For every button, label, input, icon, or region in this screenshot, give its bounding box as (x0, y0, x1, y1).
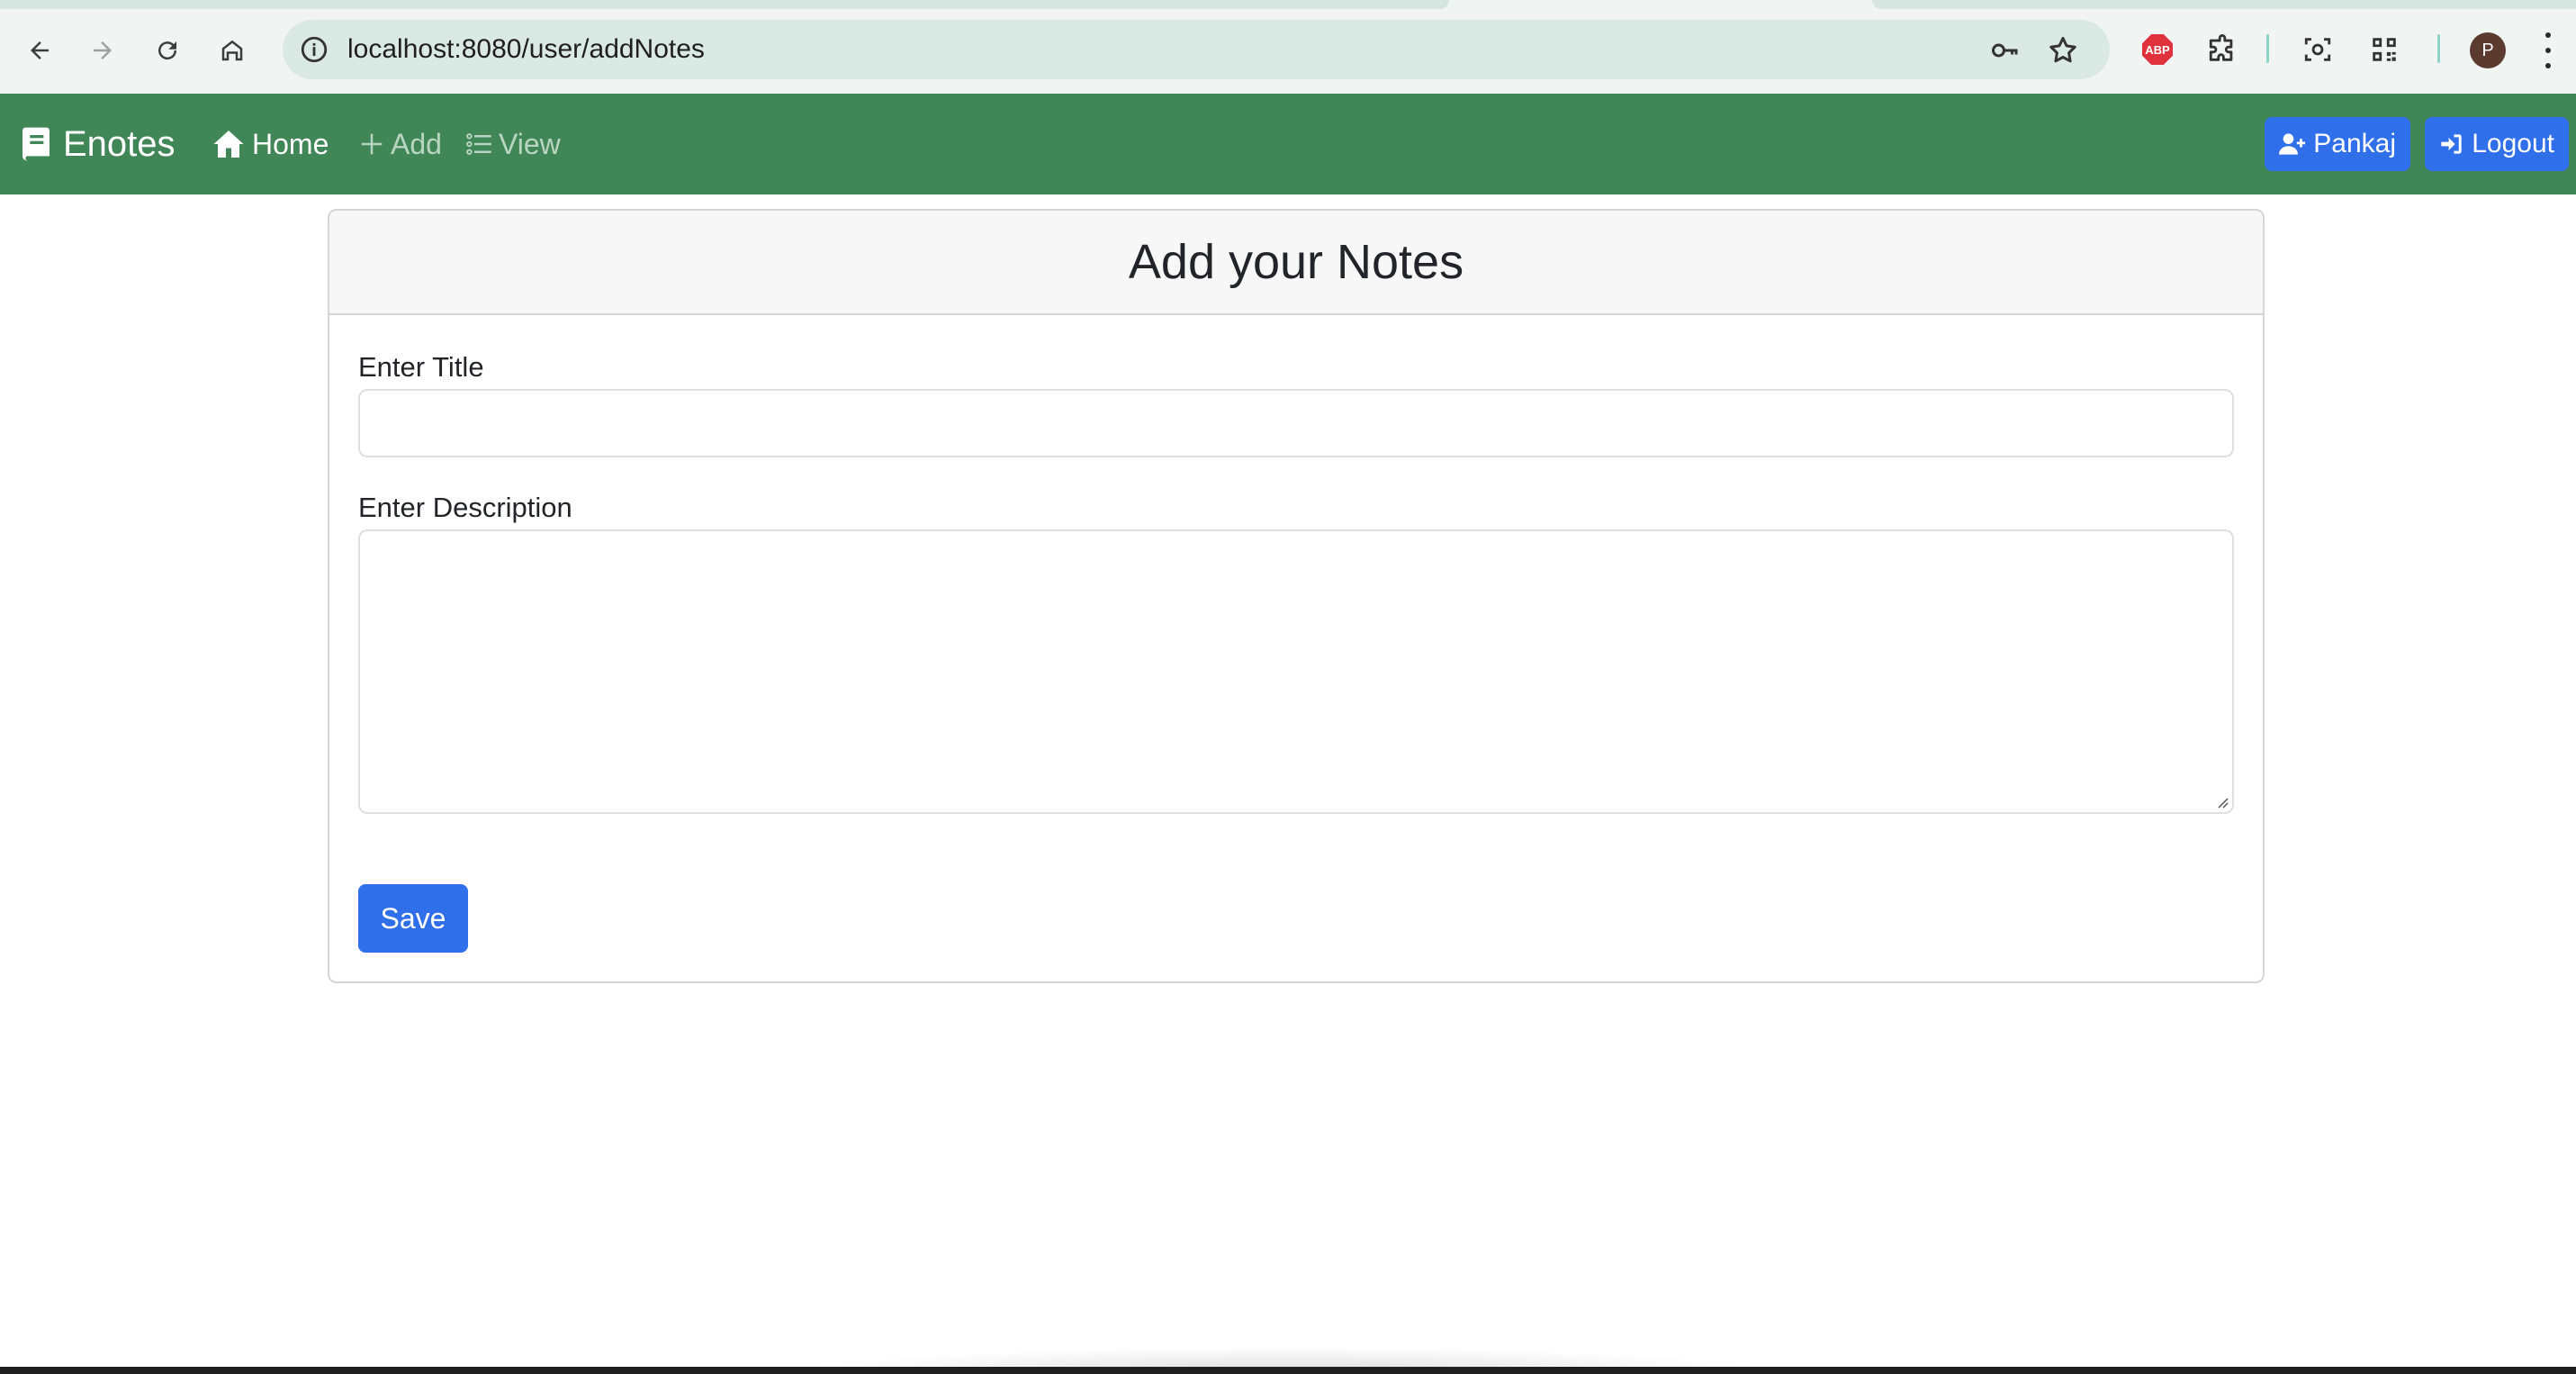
user-button[interactable]: Pankaj (2265, 117, 2410, 171)
card-title: Add your Notes (329, 211, 2263, 315)
adblock-icon: ABP (2142, 34, 2173, 65)
adblock-extension[interactable]: ABP (2140, 32, 2175, 67)
tab-inactive-left[interactable] (0, 0, 1449, 9)
sign-in-icon (2441, 134, 2462, 154)
address-bar[interactable]: localhost:8080/user/addNotes (283, 20, 2110, 79)
arrow-right-icon (94, 41, 112, 59)
reload-button[interactable] (148, 31, 187, 70)
toolbar-separator (2266, 34, 2269, 63)
plus-icon (361, 133, 383, 155)
extensions-button[interactable] (2205, 32, 2239, 67)
tab-inactive-right[interactable] (1872, 0, 2576, 9)
key-icon[interactable] (1989, 34, 2022, 67)
puzzle-icon (2209, 34, 2233, 61)
back-button[interactable] (20, 31, 59, 70)
qr-code-icon (2373, 38, 2396, 61)
browser-toolbar: localhost:8080/user/addNotes ABP P (0, 0, 2576, 94)
arrow-left-icon (31, 41, 49, 59)
home-icon (221, 40, 243, 61)
book-icon (23, 127, 50, 161)
title-input[interactable] (358, 389, 2234, 457)
brand-name: Enotes (63, 123, 176, 164)
profile-avatar[interactable]: P (2470, 32, 2506, 68)
description-label: Enter Description (358, 492, 572, 523)
forward-button[interactable] (83, 31, 122, 70)
brand[interactable]: Enotes (20, 94, 176, 194)
logout-button[interactable]: Logout (2425, 117, 2569, 171)
list-icon (466, 133, 491, 155)
add-note-card: Add your Notes Enter Title Enter Descrip… (328, 209, 2265, 983)
nav-home-label: Home (252, 127, 329, 160)
camera-scan-icon (2304, 38, 2331, 61)
url-text[interactable]: localhost:8080/user/addNotes (347, 20, 705, 79)
nav-view-label: View (499, 127, 561, 160)
toolbar-separator (2437, 34, 2440, 63)
info-icon[interactable] (299, 34, 329, 65)
kebab-menu-icon[interactable] (2544, 32, 2553, 68)
resize-grip-icon[interactable] (2214, 794, 2229, 809)
home-button[interactable] (212, 31, 252, 70)
app-navbar: Enotes Home Add View Pankaj Logout (0, 94, 2576, 194)
qr-code-button[interactable] (2367, 32, 2401, 67)
title-label: Enter Title (358, 351, 484, 383)
user-plus-icon (2279, 133, 2306, 155)
star-icon[interactable] (2047, 34, 2079, 67)
user-name: Pankaj (2313, 129, 2396, 158)
window-bottom-edge (0, 1367, 2576, 1374)
nav-home[interactable]: Home (211, 94, 329, 194)
reload-icon (158, 41, 177, 60)
nav-view[interactable]: View (464, 94, 561, 194)
nav-add-label: Add (391, 127, 442, 160)
screenshot-button[interactable] (2301, 32, 2335, 67)
description-textarea[interactable] (358, 529, 2234, 814)
home-icon (213, 131, 244, 158)
save-button[interactable]: Save (358, 884, 468, 953)
logout-label: Logout (2472, 129, 2554, 158)
nav-add[interactable]: Add (358, 94, 442, 194)
tab-strip (0, 0, 2576, 9)
